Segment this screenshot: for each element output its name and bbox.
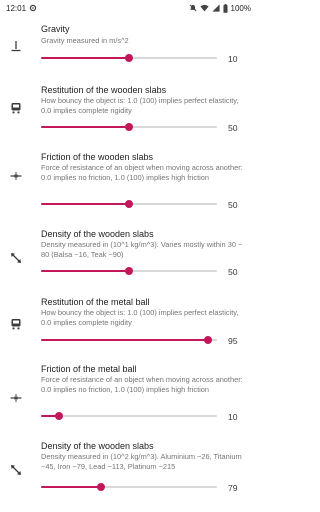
battery-icon <box>222 3 228 13</box>
friction-icon <box>8 390 24 406</box>
slider[interactable] <box>41 53 217 63</box>
setting-title: Friction of the metal ball <box>41 364 137 374</box>
setting-value: 10 <box>228 412 238 422</box>
slider[interactable] <box>41 411 217 421</box>
slider-thumb[interactable] <box>125 123 133 131</box>
setting-value: 50 <box>228 123 238 133</box>
slider-fill <box>41 126 129 128</box>
do-not-disturb-icon <box>189 4 197 12</box>
setting-value: 10 <box>228 54 238 64</box>
status-bar: 12:01 100% <box>0 0 256 16</box>
status-time: 12:01 <box>6 3 27 13</box>
settings-gear-icon <box>29 4 37 12</box>
setting-title: Friction of the wooden slabs <box>41 152 154 162</box>
slider-thumb[interactable] <box>125 200 133 208</box>
wifi-icon <box>199 4 209 12</box>
slider[interactable] <box>41 199 217 209</box>
slider-fill <box>41 270 129 272</box>
setting-summary: Force of resistance of an object when mo… <box>41 375 243 394</box>
setting-summary: How bouncy the object is: 1.0 (100) impl… <box>41 96 239 115</box>
slider[interactable] <box>41 482 217 492</box>
setting-summary: Density measured in (10^1 kg/m^3). Varie… <box>41 240 243 259</box>
slider-track <box>41 415 217 417</box>
setting-title: Restitution of the wooden slabs <box>41 85 167 95</box>
setting-value: 50 <box>228 200 238 210</box>
setting-value: 79 <box>228 483 238 493</box>
slider-thumb[interactable] <box>125 267 133 275</box>
signal-icon <box>211 4 220 12</box>
setting-value: 95 <box>228 336 238 346</box>
setting-title: Gravity <box>41 24 70 34</box>
battery-percentage: 100% <box>230 3 251 13</box>
friction-icon <box>8 168 24 184</box>
slider[interactable] <box>41 122 217 132</box>
density-icon <box>8 462 24 478</box>
setting-title: Restitution of the metal ball <box>41 297 150 307</box>
slider[interactable] <box>41 266 217 276</box>
slider-thumb[interactable] <box>204 336 213 344</box>
status-left: 12:01 <box>6 4 37 13</box>
slider-fill <box>41 339 209 341</box>
gravity-icon <box>8 38 24 54</box>
bounce-icon <box>8 100 24 116</box>
slider-fill <box>41 486 101 488</box>
slider[interactable] <box>41 335 217 345</box>
setting-summary: Gravity measured in m/s^2 <box>41 36 129 45</box>
setting-summary: Force of resistance of an object when mo… <box>41 163 243 182</box>
setting-value: 50 <box>228 267 238 277</box>
setting-summary: Density measured in (10^2 kg/m^3). Alumi… <box>41 452 242 471</box>
slider-thumb[interactable] <box>125 54 133 62</box>
density-icon <box>8 250 24 266</box>
setting-summary: How bouncy the object is: 1.0 (100) impl… <box>41 308 239 327</box>
slider-thumb[interactable] <box>96 483 105 491</box>
slider-thumb[interactable] <box>54 412 63 420</box>
slider-fill <box>41 203 129 205</box>
slider-fill <box>41 57 129 59</box>
setting-title: Density of the wooden slabs <box>41 441 154 451</box>
setting-title: Density of the wooden slabs <box>41 229 154 239</box>
status-right: 100% <box>189 3 251 13</box>
bounce-icon <box>8 316 24 332</box>
